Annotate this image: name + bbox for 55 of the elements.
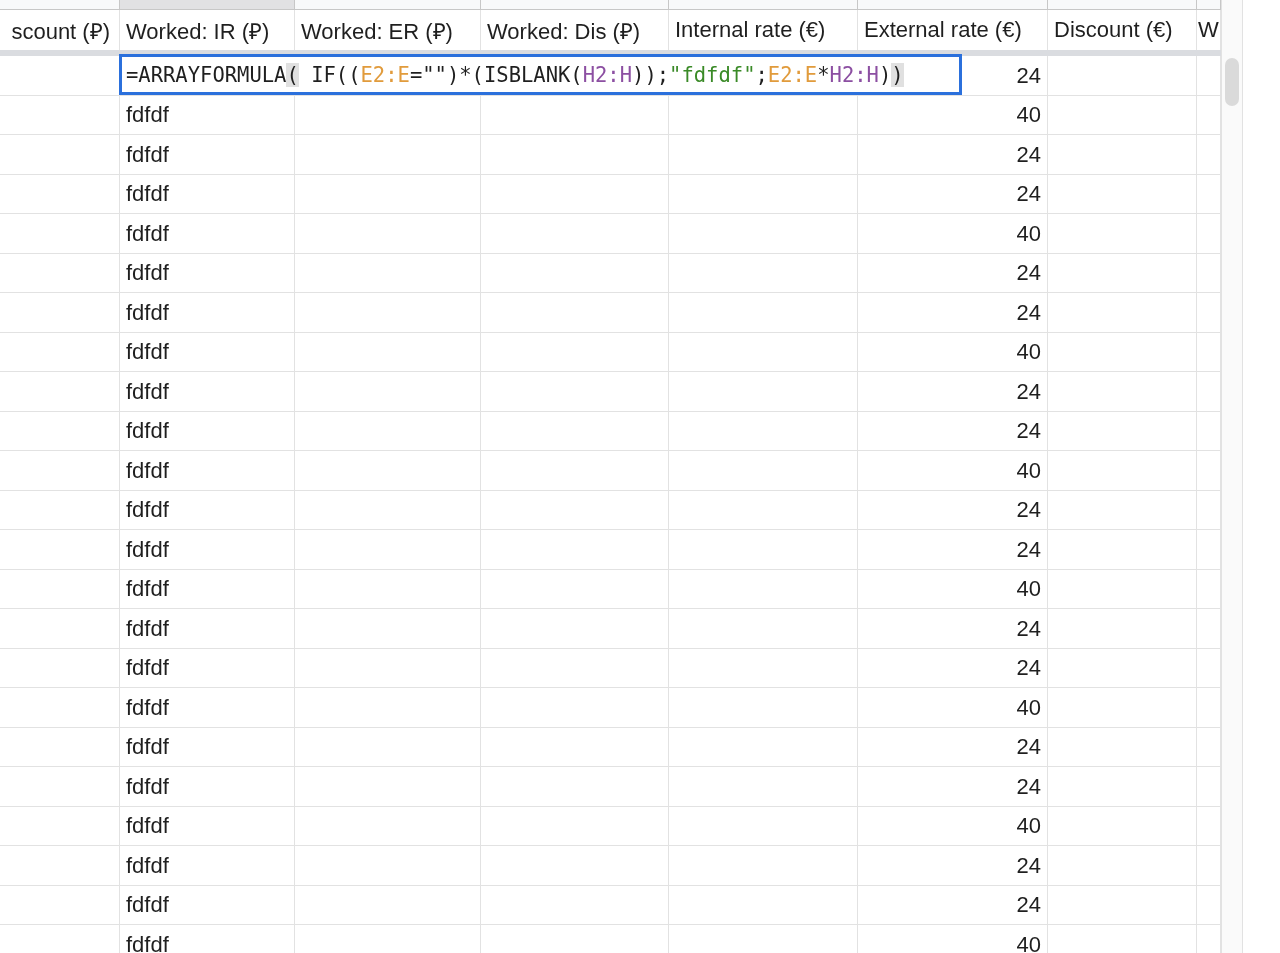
- table-cell: 24: [858, 490, 1048, 530]
- table-cell: fdfdf: [120, 332, 295, 372]
- column-letter-header[interactable]: [669, 0, 858, 10]
- table-cell: fdfdf: [120, 688, 295, 728]
- table-cell: 40: [858, 925, 1048, 953]
- table-cell: 24: [858, 174, 1048, 214]
- table-cell: 24: [858, 648, 1048, 688]
- table-cell: 24: [858, 372, 1048, 412]
- table-cell: fdfdf: [120, 253, 295, 293]
- table-cell: 24: [858, 253, 1048, 293]
- column-letter-header[interactable]: [120, 0, 295, 10]
- table-cell: fdfdf: [120, 135, 295, 175]
- table-cell: 24: [858, 135, 1048, 175]
- table-cell: fdfdf: [120, 293, 295, 333]
- table-cell: fdfdf: [120, 648, 295, 688]
- column-letter-header[interactable]: [1197, 0, 1221, 10]
- vertical-scrollbar[interactable]: [1221, 0, 1243, 953]
- table-cell: 24: [858, 767, 1048, 807]
- table-cell: fdfdf: [120, 609, 295, 649]
- table-cell: 24: [858, 727, 1048, 767]
- table-cell: fdfdf: [120, 569, 295, 609]
- column-letter-header[interactable]: [858, 0, 1048, 10]
- table-cell: 40: [858, 214, 1048, 254]
- table-cell: 40: [858, 451, 1048, 491]
- table-cell: fdfdf: [120, 490, 295, 530]
- table-cell: 24: [858, 846, 1048, 886]
- table-cell: fdfdf: [120, 530, 295, 570]
- table-cell: 40: [858, 332, 1048, 372]
- table-cell: 24: [858, 609, 1048, 649]
- table-cell: fdfdf: [120, 846, 295, 886]
- table-cell: fdfdf: [120, 411, 295, 451]
- table-cell: fdfdf: [120, 925, 295, 953]
- table-cell: fdfdf: [120, 372, 295, 412]
- column-letter-header[interactable]: [295, 0, 481, 10]
- table-cell: 24: [858, 530, 1048, 570]
- table-cell: fdfdf: [120, 806, 295, 846]
- table-cell: fdfdf: [120, 727, 295, 767]
- table-cell: fdfdf: [120, 767, 295, 807]
- table-cell: fdfdf: [120, 885, 295, 925]
- column-letter-header[interactable]: [0, 0, 120, 10]
- formula-input-field[interactable]: =ARRAYFORMULA( IF((E2:E="")*(ISBLANK(H2:H));"fdfdf";E2:E*H2:H)): [119, 54, 962, 95]
- table-cell: 40: [858, 569, 1048, 609]
- table-cell: fdfdf: [120, 214, 295, 254]
- table-cell: 40: [858, 688, 1048, 728]
- table-cell: fdfdf: [120, 95, 295, 135]
- scrollbar-thumb[interactable]: [1225, 58, 1239, 106]
- table-cell: 24: [858, 411, 1048, 451]
- column-letter-header[interactable]: [1048, 0, 1197, 10]
- table-cell: 40: [858, 95, 1048, 135]
- column-letter-header[interactable]: [481, 0, 669, 10]
- table-cell: 24: [858, 885, 1048, 925]
- table-cell: fdfdf: [120, 174, 295, 214]
- table-cell: 40: [858, 806, 1048, 846]
- table-cell: fdfdf: [120, 451, 295, 491]
- table-cell: 24: [858, 293, 1048, 333]
